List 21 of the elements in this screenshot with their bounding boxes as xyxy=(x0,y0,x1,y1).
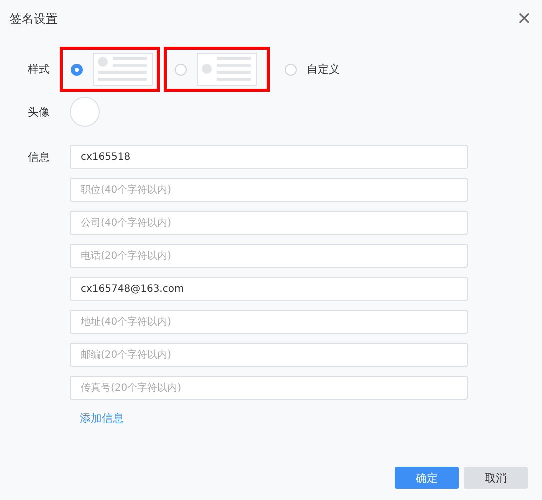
input-field[interactable]: 地址(40个字符以内) xyxy=(70,310,468,334)
radio-button[interactable] xyxy=(71,64,83,76)
signature-preview-drawing[interactable] xyxy=(93,53,153,86)
input-field[interactable]: 邮编(20个字符以内) xyxy=(70,343,468,367)
radio-button[interactable] xyxy=(285,64,297,76)
dialog-title: 签名设置 xyxy=(10,10,58,28)
input-field[interactable]: 传真号(20个字符以内) xyxy=(70,376,468,400)
input-field[interactable]: cx165748@163.com xyxy=(70,277,468,301)
option-label[interactable]: 自定义 xyxy=(307,62,340,77)
field-label: 样式 xyxy=(28,62,51,77)
signature-preview-drawing[interactable] xyxy=(197,53,257,86)
field-label: 信息 xyxy=(28,150,51,165)
input-field[interactable]: 职位(40个字符以内) xyxy=(70,178,468,202)
input-field[interactable]: cx165518 xyxy=(70,145,468,169)
field-label: 头像 xyxy=(28,104,51,120)
avatar-placeholder[interactable] xyxy=(70,97,100,127)
cancel-button[interactable]: 取消 xyxy=(464,467,528,489)
input-field[interactable]: 电话(20个字符以内) xyxy=(70,244,468,268)
input-field[interactable]: 公司(40个字符以内) xyxy=(70,211,468,235)
close-button[interactable]: × xyxy=(516,10,532,28)
radio-button[interactable] xyxy=(175,64,187,76)
